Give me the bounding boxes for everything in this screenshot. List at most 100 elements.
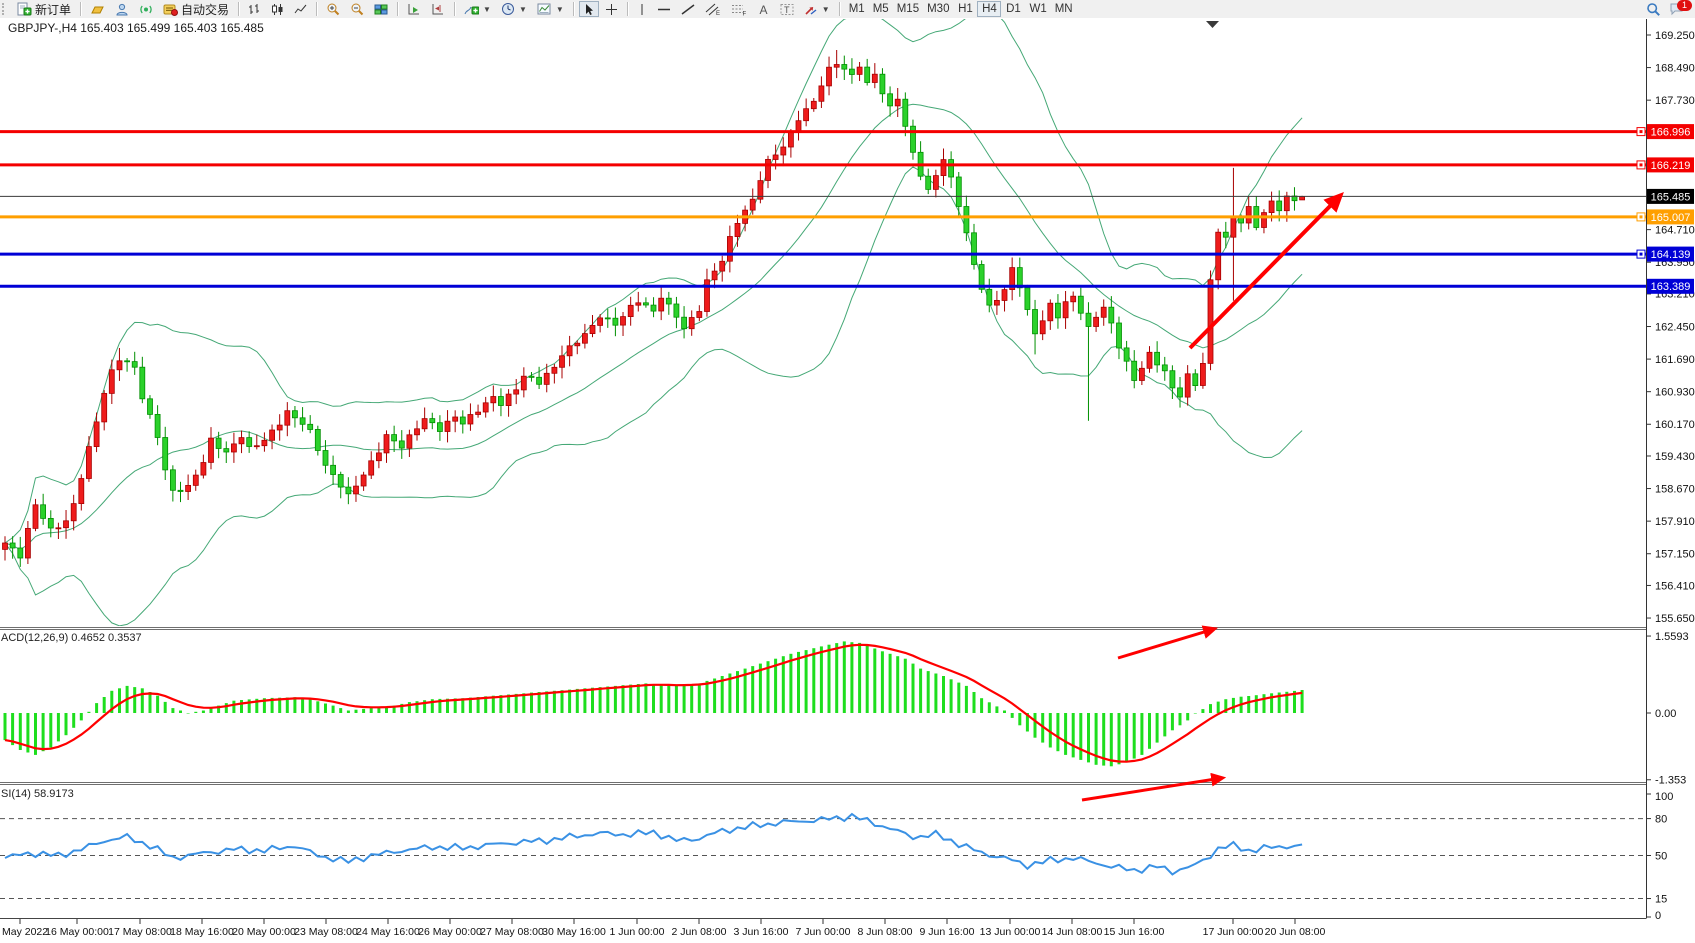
svg-text:T: T bbox=[784, 5, 790, 15]
price-tick-label: 157.150 bbox=[1655, 549, 1695, 561]
new-order-label: 新订单 bbox=[35, 1, 71, 18]
crosshair-icon bbox=[605, 3, 618, 16]
dropdown-caret-icon: ▼ bbox=[519, 5, 527, 14]
chart-shift-button[interactable] bbox=[427, 1, 449, 17]
timeframe-m1-button[interactable]: M1 bbox=[845, 1, 869, 17]
signal-button[interactable] bbox=[135, 1, 157, 17]
text-label-tool-button[interactable]: T bbox=[776, 1, 798, 17]
channel-icon: E bbox=[705, 3, 721, 16]
bar-chart-mode-button[interactable] bbox=[244, 1, 265, 17]
equidistant-channel-tool-button[interactable]: E bbox=[701, 1, 725, 17]
new-order-button[interactable]: 新订单 bbox=[13, 1, 75, 17]
auto-scroll-button[interactable] bbox=[403, 1, 425, 17]
text-label-icon: T bbox=[780, 3, 794, 16]
price-tick-label: 161.690 bbox=[1655, 354, 1695, 366]
fibonacci-tool-button[interactable]: F bbox=[727, 1, 751, 17]
zoom-out-button[interactable] bbox=[346, 1, 368, 17]
templates-button[interactable]: ▼ bbox=[533, 1, 568, 17]
price-badge-label: 164.139 bbox=[1651, 249, 1691, 261]
text-tool-button[interactable]: A bbox=[753, 1, 774, 17]
svg-text:A: A bbox=[759, 3, 767, 16]
market-watch-icon bbox=[115, 3, 129, 16]
dropdown-caret-icon: ▼ bbox=[822, 5, 830, 14]
dropdown-caret-icon: ▼ bbox=[556, 5, 564, 14]
chart-title: GBPJPY-,H4 165.403 165.499 165.403 165.4… bbox=[8, 21, 264, 35]
chart-profile-button[interactable] bbox=[86, 1, 109, 17]
separator bbox=[839, 2, 840, 16]
time-axis-label: 26 May 00:00 bbox=[418, 926, 482, 938]
rsi-axis-label: 100 bbox=[1655, 791, 1673, 803]
vertical-line-tool-button[interactable] bbox=[633, 1, 651, 17]
time-axis-label: 8 Jun 08:00 bbox=[858, 926, 913, 938]
crosshair-tool-button[interactable] bbox=[601, 1, 622, 17]
time-axis-label: 15 Jun 16:00 bbox=[1104, 926, 1165, 938]
timeframe-h1-button[interactable]: H1 bbox=[953, 1, 977, 17]
horizontal-line-tool-button[interactable] bbox=[653, 1, 675, 17]
time-axis-label: 20 May 00:00 bbox=[232, 926, 296, 938]
search-icon bbox=[1646, 2, 1661, 17]
indicators-button[interactable]: ▼ bbox=[460, 1, 495, 17]
trendline-tool-button[interactable] bbox=[677, 1, 699, 17]
separator bbox=[573, 2, 574, 16]
timeframe-mn-button[interactable]: MN bbox=[1051, 1, 1077, 17]
time-axis-label: 16 May 00:00 bbox=[45, 926, 109, 938]
auto-trading-button[interactable]: 自动交易 bbox=[159, 1, 233, 17]
separator bbox=[627, 2, 628, 16]
time-axis-label: 27 May 08:00 bbox=[480, 926, 544, 938]
market-watch-button[interactable] bbox=[111, 1, 133, 17]
clock-icon bbox=[501, 2, 515, 16]
line-chart-mode-button[interactable] bbox=[290, 1, 311, 17]
tile-windows-button[interactable] bbox=[370, 1, 392, 17]
ohlc-bars-icon bbox=[248, 3, 261, 16]
price-tick-label: 169.250 bbox=[1655, 30, 1695, 42]
profile-icon bbox=[90, 3, 105, 16]
timeframe-h4-button[interactable]: H4 bbox=[977, 1, 1001, 17]
timeframe-m30-button[interactable]: M30 bbox=[923, 1, 953, 17]
price-badge-label: 166.996 bbox=[1651, 127, 1691, 139]
dropdown-caret-icon: ▼ bbox=[483, 5, 491, 14]
time-axis-label: 1 Jun 00:00 bbox=[610, 926, 665, 938]
timeframe-w1-button[interactable]: W1 bbox=[1025, 1, 1050, 17]
timeframe-m5-button[interactable]: M5 bbox=[869, 1, 893, 17]
separator bbox=[238, 2, 239, 16]
toolbar-grip[interactable] bbox=[2, 3, 9, 15]
time-axis-label: 17 Jun 00:00 bbox=[1203, 926, 1264, 938]
cursor-tool-button[interactable] bbox=[579, 1, 599, 17]
svg-text:E: E bbox=[716, 11, 720, 16]
time-axis-label: 20 Jun 08:00 bbox=[1265, 926, 1326, 938]
time-axis-label: 3 Jun 16:00 bbox=[734, 926, 789, 938]
auto-trading-icon bbox=[163, 3, 178, 16]
arrows-tool-button[interactable]: ▼ bbox=[800, 1, 834, 17]
price-tick-label: 162.450 bbox=[1655, 321, 1695, 333]
time-axis-label: 14 Jun 08:00 bbox=[1042, 926, 1103, 938]
notifications-button[interactable]: 1 bbox=[1665, 1, 1689, 17]
text-icon: A bbox=[757, 3, 770, 16]
rsi-axis-label: 15 bbox=[1655, 893, 1667, 905]
separator bbox=[80, 2, 81, 16]
macd-axis-label: 0.00 bbox=[1655, 708, 1676, 720]
price-tick-label: 160.170 bbox=[1655, 419, 1695, 431]
macd-axis-label: 1.5593 bbox=[1655, 631, 1689, 643]
chart-area[interactable]: 169.250168.490167.730164.710163.950163.2… bbox=[0, 18, 1695, 943]
candlestick-mode-button[interactable] bbox=[267, 1, 288, 17]
time-axis-label: 18 May 16:00 bbox=[170, 926, 234, 938]
toolbar-right-tools: 1 bbox=[1642, 1, 1689, 17]
chart-canvas[interactable]: 169.250168.490167.730164.710163.950163.2… bbox=[0, 18, 1695, 943]
rsi-label: SI(14) 58.9173 bbox=[1, 788, 74, 800]
price-badge-label: 165.485 bbox=[1651, 191, 1691, 203]
price-tick-label: 157.910 bbox=[1655, 516, 1695, 528]
search-button[interactable] bbox=[1642, 1, 1665, 17]
templates-icon bbox=[537, 3, 552, 16]
zoom-out-icon bbox=[350, 2, 364, 16]
auto-trading-label: 自动交易 bbox=[181, 1, 229, 18]
timeframe-m15-button[interactable]: M15 bbox=[893, 1, 923, 17]
macd-axis-label: -1.353 bbox=[1655, 775, 1686, 787]
rsi-axis-label: 0 bbox=[1655, 910, 1661, 922]
timeframe-group: M1M5M15M30H1H4D1W1MN bbox=[845, 1, 1077, 17]
zoom-in-button[interactable] bbox=[322, 1, 344, 17]
svg-text:F: F bbox=[742, 11, 746, 16]
periods-button[interactable]: ▼ bbox=[497, 1, 531, 17]
macd-label: ACD(12,26,9) 0.4652 0.3537 bbox=[1, 632, 142, 644]
notification-badge: 1 bbox=[1677, 0, 1692, 11]
timeframe-d1-button[interactable]: D1 bbox=[1001, 1, 1025, 17]
